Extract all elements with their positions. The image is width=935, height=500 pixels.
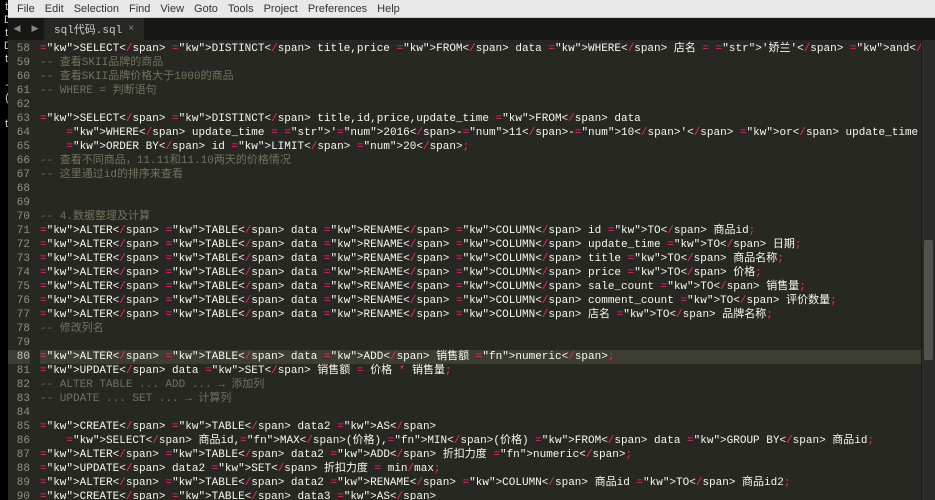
code-line[interactable]: ="kw">SELECT</span> ="kw">DISTINCT</span… xyxy=(40,42,935,56)
code-line[interactable]: ="kw">ALTER</span> ="kw">TABLE</span> da… xyxy=(40,308,935,322)
menu-edit[interactable]: Edit xyxy=(40,3,69,15)
menu-view[interactable]: View xyxy=(155,3,189,15)
code-line[interactable]: ="kw">CREATE</span> ="kw">TABLE</span> d… xyxy=(40,490,935,500)
code-line[interactable]: -- 查看不同商品，11.11和11.10两天的价格情况 xyxy=(40,154,935,168)
code-line[interactable]: ="kw">UPDATE</span> data ="kw">SET</span… xyxy=(40,364,935,378)
terminal-pane[interactable]: tw=# DELETE FROM data WHERE sale_count I… xyxy=(0,0,8,500)
tab-label: sql代码.sql xyxy=(54,21,122,37)
code-editor[interactable]: 5859606162636465666768697071727374757677… xyxy=(8,40,935,500)
code-line[interactable]: -- ALTER TABLE ... ADD ... → 添加列 xyxy=(40,378,935,392)
code-body[interactable]: ="kw">SELECT</span> ="kw">DISTINCT</span… xyxy=(36,40,935,500)
code-line[interactable]: ="kw">UPDATE</span> data2 ="kw">SET</spa… xyxy=(40,462,935,476)
menu-project[interactable]: Project xyxy=(259,3,303,15)
line-gutter: 5859606162636465666768697071727374757677… xyxy=(8,40,36,500)
menu-goto[interactable]: Goto xyxy=(189,3,223,15)
code-line[interactable]: -- 修改列名 xyxy=(40,322,935,336)
code-line[interactable]: ="kw">ALTER</span> ="kw">TABLE</span> da… xyxy=(40,350,935,364)
code-line[interactable]: ="kw">ALTER</span> ="kw">TABLE</span> da… xyxy=(40,294,935,308)
tab-next[interactable]: ▶ xyxy=(26,18,44,40)
code-line[interactable]: ="kw">ALTER</span> ="kw">TABLE</span> da… xyxy=(40,280,935,294)
menu-tools[interactable]: Tools xyxy=(223,3,259,15)
code-line[interactable]: ="kw">ALTER</span> ="kw">TABLE</span> da… xyxy=(40,476,935,490)
menu-selection[interactable]: Selection xyxy=(69,3,124,15)
code-line[interactable]: -- UPDATE ... SET ... → 计算列 xyxy=(40,392,935,406)
scroll-thumb[interactable] xyxy=(924,240,933,360)
code-line[interactable]: ="kw">ALTER</span> ="kw">TABLE</span> da… xyxy=(40,224,935,238)
menu-help[interactable]: Help xyxy=(372,3,405,15)
code-line[interactable] xyxy=(40,182,935,196)
menu-bar: FileEditSelectionFindViewGotoToolsProjec… xyxy=(8,0,935,18)
code-line[interactable] xyxy=(40,98,935,112)
menu-find[interactable]: Find xyxy=(124,3,155,15)
code-line[interactable]: ="kw">ALTER</span> ="kw">TABLE</span> da… xyxy=(40,448,935,462)
code-line[interactable]: ="kw">CREATE</span> ="kw">TABLE</span> d… xyxy=(40,420,935,434)
code-line[interactable]: ="kw">WHERE</span> update_time = ="str">… xyxy=(40,126,935,140)
code-line[interactable]: ="kw">ALTER</span> ="kw">TABLE</span> da… xyxy=(40,266,935,280)
code-line[interactable]: -- 查看SKII品牌价格大于1000的商品 xyxy=(40,70,935,84)
code-line[interactable]: -- 查看SKII品牌的商品 xyxy=(40,56,935,70)
code-line[interactable] xyxy=(40,406,935,420)
tab-prev[interactable]: ◀ xyxy=(8,18,26,40)
code-line[interactable]: ="kw">SELECT</span> ="kw">DISTINCT</span… xyxy=(40,112,935,126)
scrollbar[interactable] xyxy=(921,40,935,500)
file-tab[interactable]: sql代码.sql × xyxy=(44,18,144,40)
code-line[interactable]: ="kw">ORDER BY</span> id ="kw">LIMIT</sp… xyxy=(40,140,935,154)
code-line[interactable]: ="kw">SELECT</span> 商品id,="fn">MAX</span… xyxy=(40,434,935,448)
editor-pane: FileEditSelectionFindViewGotoToolsProjec… xyxy=(8,0,935,500)
code-line[interactable]: ="kw">ALTER</span> ="kw">TABLE</span> da… xyxy=(40,238,935,252)
code-line[interactable] xyxy=(40,196,935,210)
code-line[interactable]: ="kw">ALTER</span> ="kw">TABLE</span> da… xyxy=(40,252,935,266)
code-line[interactable] xyxy=(40,336,935,350)
menu-preferences[interactable]: Preferences xyxy=(303,3,372,15)
code-line[interactable]: -- 4.数据整理及计算 xyxy=(40,210,935,224)
code-line[interactable]: -- 这里通过id的排序来查看 xyxy=(40,168,935,182)
menu-file[interactable]: File xyxy=(12,3,40,15)
close-icon[interactable]: × xyxy=(128,24,134,35)
code-line[interactable]: -- WHERE = 判断语句 xyxy=(40,84,935,98)
tab-bar: ◀ ▶ sql代码.sql × xyxy=(8,18,935,40)
